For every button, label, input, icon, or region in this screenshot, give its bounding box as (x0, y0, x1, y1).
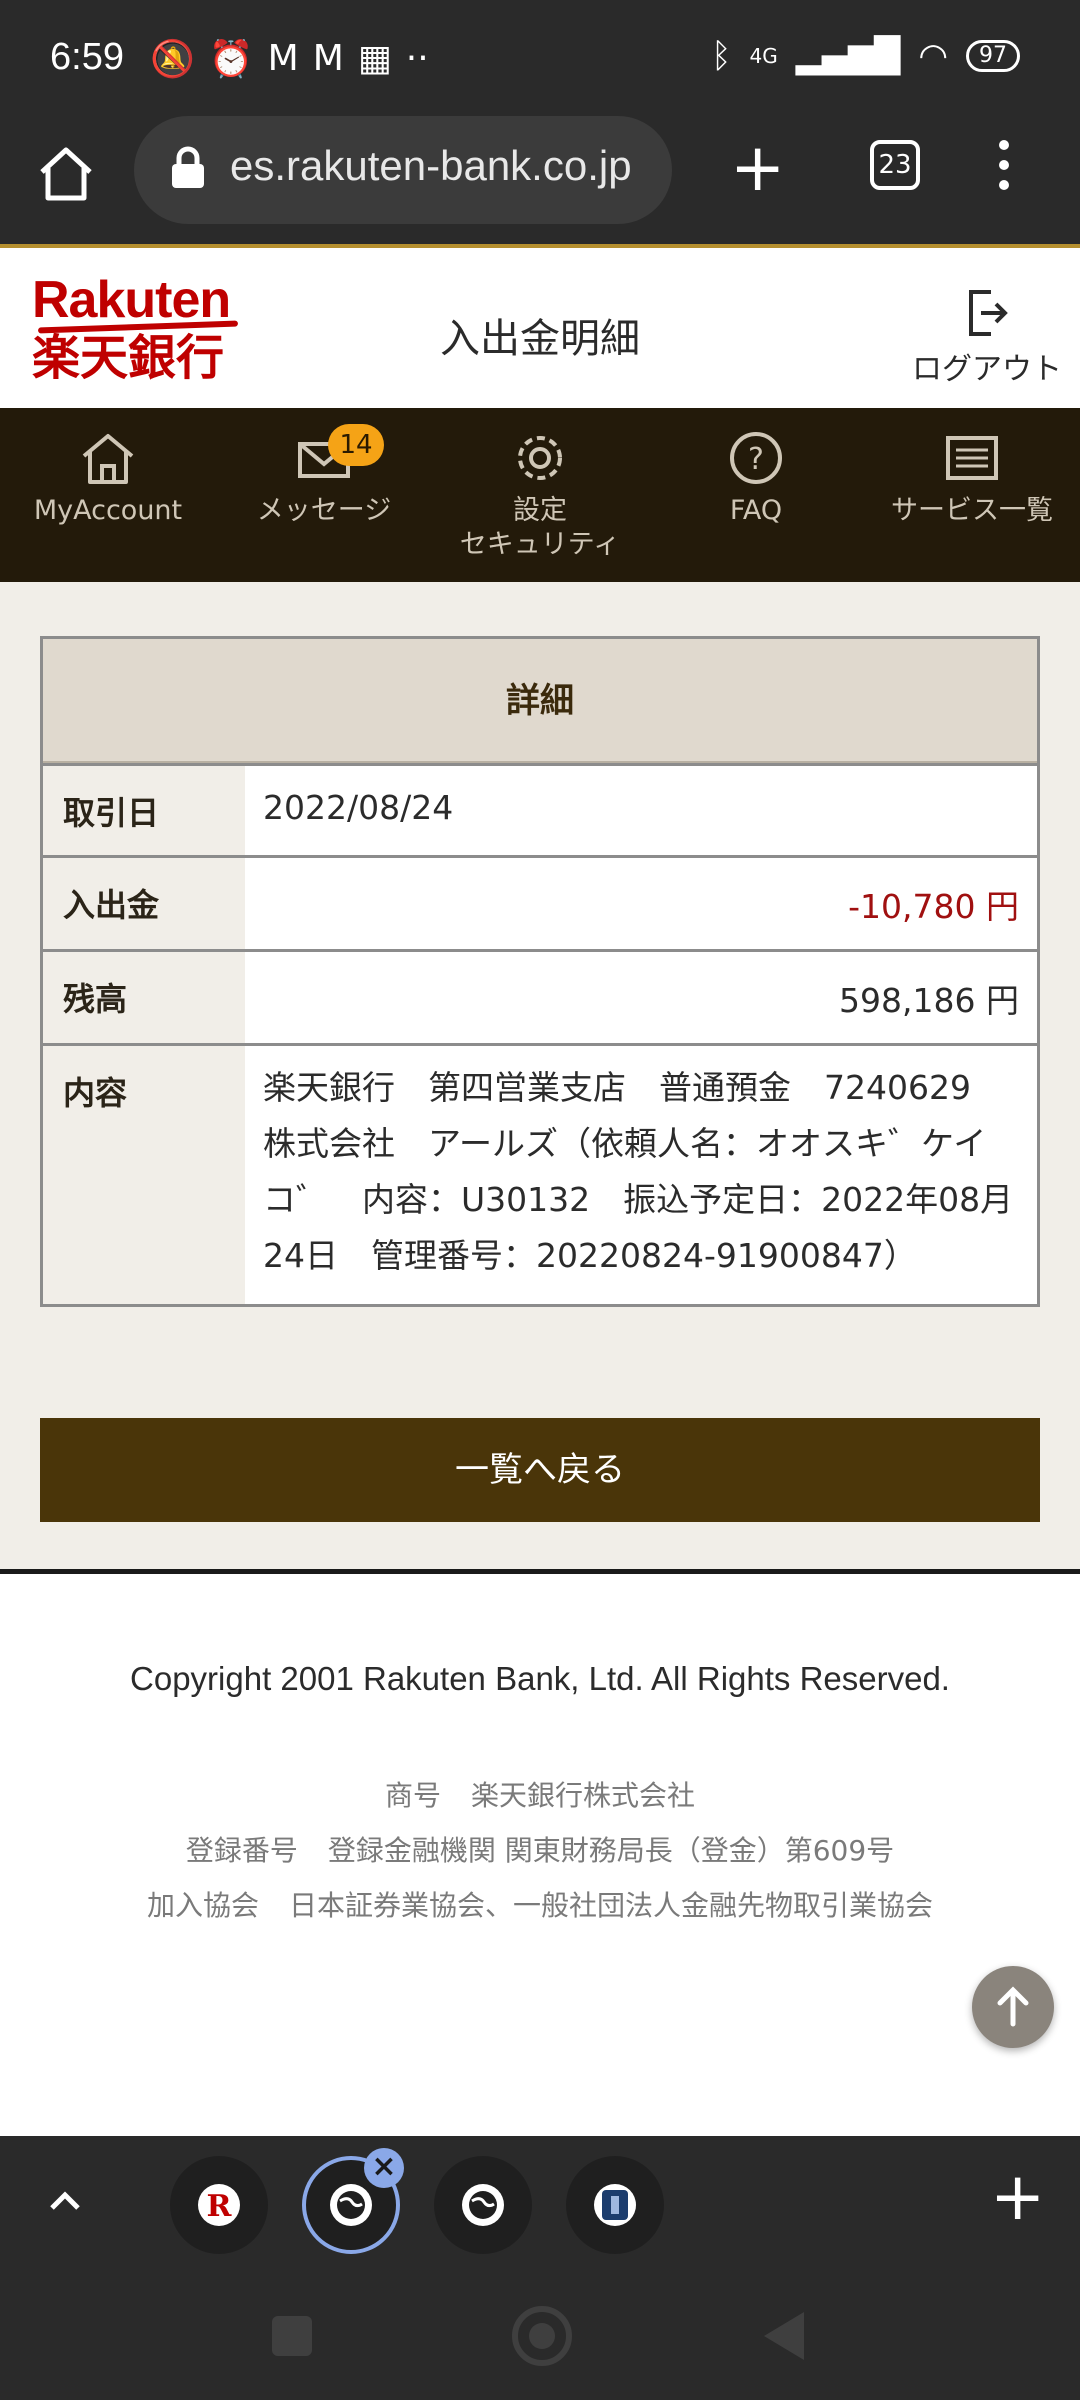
home-button[interactable] (34, 142, 98, 206)
bluetooth-icon: ᛒ (711, 36, 732, 76)
info-value: 楽天銀行株式会社 (471, 1779, 696, 1812)
svg-text:?: ? (748, 442, 764, 477)
help-icon: ? (730, 432, 782, 484)
unread-badge: 14 (328, 424, 384, 466)
chevron-up-icon[interactable] (40, 2176, 90, 2226)
nav-label: セキュリティ (459, 529, 621, 560)
info-label: 商号 (384, 1779, 441, 1812)
detail-heading: 詳細 (43, 639, 1037, 763)
info-value: 登録金融機関 関東財務局長（登金）第609号 (327, 1834, 895, 1867)
table-row: 残高 598,186 円 (43, 949, 1037, 1043)
back-to-list-button[interactable]: 一覧へ戻る (40, 1418, 1040, 1522)
table-row: 内容 楽天銀行 第四営業支店 普通預金 7240629 株式会社 アールズ（依頼… (43, 1043, 1037, 1304)
nav-item-services[interactable]: サービス一覧 (864, 408, 1080, 582)
system-nav-bar (0, 2270, 1080, 2400)
info-label: 登録番号 (185, 1834, 298, 1867)
info-label: 加入協会 (146, 1889, 259, 1922)
site-footer: Copyright 2001 Rakuten Bank, Ltd. All Ri… (0, 1580, 1080, 2136)
home-icon (82, 434, 134, 484)
new-tab-button[interactable]: + (730, 135, 785, 201)
svg-text:R: R (207, 2189, 233, 2224)
copyright-text: Copyright 2001 Rakuten Bank, Ltd. All Ri… (130, 1660, 950, 1697)
row-label: 入出金 (43, 858, 245, 949)
recents-button[interactable] (272, 2316, 312, 2356)
tab-globe[interactable] (434, 2156, 532, 2254)
close-tab-button[interactable]: × (364, 2148, 404, 2188)
nav-item-myaccount[interactable]: MyAccount (0, 408, 216, 582)
browser-toolbar: es.rakuten-bank.co.jp + 23 (0, 116, 1080, 248)
browser-menu-button[interactable] (992, 140, 1016, 200)
arrow-up-icon (997, 1986, 1029, 2027)
notification-icons: 🔕 ⏰ M M ▦ ·· (150, 38, 429, 80)
nav-label: 設定 (513, 495, 567, 526)
nav-item-settings[interactable]: 設定 セキュリティ (432, 408, 648, 582)
nav-item-messages[interactable]: 14 メッセージ (216, 408, 432, 582)
rakuten-r-icon: R (207, 2189, 233, 2224)
add-tab-button[interactable]: + (990, 2162, 1045, 2232)
mute-icon: 🔕 (150, 39, 195, 80)
list-icon (946, 436, 998, 480)
info-value: 日本証券業協会、一般社団法人金融先物取引業協会 (289, 1889, 934, 1922)
nav-label: MyAccount (33, 495, 183, 526)
main-nav: MyAccount 14 メッセージ 設定 セキュリティ ? FAQ サービス一… (0, 408, 1080, 582)
url-text[interactable]: es.rakuten-bank.co.jp (230, 142, 660, 190)
transaction-date: 2022/08/24 (263, 788, 454, 827)
tab-rakuten[interactable]: R (170, 2156, 268, 2254)
transaction-description: 楽天銀行 第四営業支店 普通預金 7240629 株式会社 アールズ（依頼人名：… (263, 1068, 1014, 1275)
detail-table: 詳細 取引日 2022/08/24 入出金 -10,780 円 残高 598,1… (40, 636, 1040, 1307)
logout-button[interactable]: ログアウト (912, 288, 1062, 388)
signal-icon: ▂▄▆█ (795, 36, 901, 76)
info-line: 登録番号 登録金融機関 関東財務局長（登金）第609号 (0, 1823, 1080, 1878)
transaction-amount: -10,780 円 (848, 887, 1019, 926)
system-icons: ᛒ 4G ▂▄▆█ ◠ 97 (711, 36, 1020, 76)
nav-label: メッセージ (256, 495, 392, 526)
wifi-icon: ◠ (918, 36, 948, 76)
globe-icon (469, 2191, 497, 2219)
tab-switcher-button[interactable]: 23 (870, 140, 920, 190)
main-content: 詳細 取引日 2022/08/24 入出金 -10,780 円 残高 598,1… (0, 582, 1080, 1574)
nav-item-faq[interactable]: ? FAQ (648, 408, 864, 582)
info-line: 商号 楽天銀行株式会社 (0, 1768, 1080, 1823)
table-row: 取引日 2022/08/24 (43, 763, 1037, 855)
gear-icon (518, 436, 562, 480)
lock-icon (172, 146, 204, 188)
logout-label: ログアウト (912, 352, 1062, 387)
logout-icon (969, 290, 1008, 336)
status-time: 6:59 (50, 36, 124, 78)
scroll-to-top-button[interactable] (972, 1966, 1054, 2048)
back-system-button[interactable] (764, 2312, 804, 2360)
home-system-button[interactable] (512, 2306, 572, 2366)
home-icon (40, 147, 92, 201)
alarm-icon: ⏰ (208, 39, 254, 80)
company-info: 商号 楽天銀行株式会社 登録番号 登録金融機関 関東財務局長（登金）第609号 加入… (0, 1768, 1080, 1933)
site-favicon-icon (602, 2190, 628, 2220)
row-label: 残高 (43, 952, 245, 1043)
balance-amount: 598,186 円 (839, 981, 1019, 1020)
gmail-icon: M (312, 38, 344, 79)
battery-icon: 97 (966, 40, 1020, 72)
tab-strip: R × + (0, 2136, 1080, 2270)
network-label: 4G (749, 44, 778, 68)
address-bar[interactable]: es.rakuten-bank.co.jp (134, 116, 672, 224)
site-header: Rakuten 楽天銀行 入出金明細 ログアウト (0, 252, 1080, 408)
calendar-icon: ▦ (357, 38, 392, 79)
globe-icon (337, 2191, 365, 2219)
table-row: 入出金 -10,780 円 (43, 855, 1037, 949)
nav-label: サービス一覧 (891, 495, 1053, 526)
status-bar: 6:59 🔕 ⏰ M M ▦ ·· ᛒ 4G ▂▄▆█ ◠ 97 (0, 0, 1080, 116)
row-label: 取引日 (43, 766, 245, 855)
info-line: 加入協会 日本証券業協会、一般社団法人金融先物取引業協会 (0, 1878, 1080, 1933)
gmail-icon: M (267, 38, 299, 79)
tab-site[interactable] (566, 2156, 664, 2254)
nav-label: FAQ (729, 495, 783, 526)
more-notifications-icon: ·· (405, 38, 429, 79)
row-label: 内容 (43, 1046, 245, 1304)
